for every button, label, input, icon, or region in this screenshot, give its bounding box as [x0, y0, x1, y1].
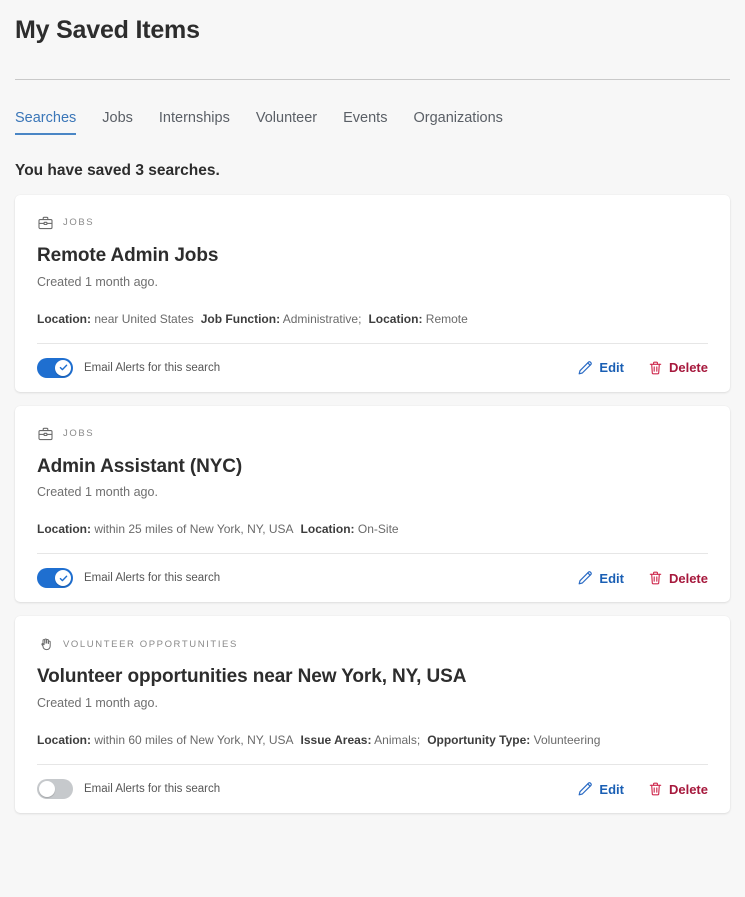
tab-internships[interactable]: Internships — [146, 111, 243, 135]
card-title[interactable]: Remote Admin Jobs — [37, 244, 708, 268]
card-action-row: Email Alerts for this search Edit Delete — [37, 344, 708, 392]
trash-icon — [649, 361, 662, 375]
card-action-row: Email Alerts for this search Edit Delete — [37, 554, 708, 602]
email-alerts-toggle[interactable] — [37, 357, 73, 378]
edit-button[interactable]: Edit — [578, 571, 624, 586]
email-alerts-label: Email Alerts for this search — [84, 783, 221, 795]
tab-searches[interactable]: Searches — [15, 111, 89, 135]
email-alerts-toggle[interactable] — [37, 568, 73, 589]
filter-value: Animals — [374, 733, 417, 747]
email-alerts-label: Email Alerts for this search — [84, 572, 221, 585]
card-category: VOLUNTEER OPPORTUNITIES — [37, 636, 708, 652]
toggle-knob — [55, 359, 71, 376]
filter-separator: ; — [358, 311, 362, 326]
card-title[interactable]: Volunteer opportunities near New York, N… — [37, 665, 708, 689]
toggle-knob — [39, 781, 55, 797]
tab-volunteer[interactable]: Volunteer — [243, 111, 330, 135]
pencil-icon — [578, 782, 593, 796]
filter-label: Location: — [37, 311, 91, 326]
filter-label: Location: — [300, 522, 355, 537]
header-divider — [15, 78, 730, 80]
card-created-date: Created 1 month ago. — [37, 274, 158, 289]
card-title[interactable]: Admin Assistant (NYC) — [37, 455, 708, 479]
saved-search-card: VOLUNTEER OPPORTUNITIES Volunteer opportu… — [15, 616, 730, 813]
edit-button-label: Edit — [599, 781, 624, 797]
card-filters: Location: within 25 miles of New York, N… — [37, 520, 708, 538]
filter-label: Location: — [368, 311, 423, 326]
card-category-label: VOLUNTEER OPPORTUNITIES — [63, 638, 238, 650]
edit-button-label: Edit — [599, 570, 624, 586]
card-created-date: Created 1 month ago. — [37, 485, 158, 500]
filter-value: near United States — [94, 311, 194, 326]
card-filters: Location: within 60 miles of New York, N… — [37, 731, 708, 749]
delete-button[interactable]: Delete — [649, 360, 708, 375]
card-category: JOBS — [37, 215, 708, 231]
pencil-icon — [578, 360, 593, 375]
filter-value: Remote — [425, 311, 468, 326]
filter-value: Volunteering — [533, 733, 601, 747]
filter-value: within 60 miles of New York, NY, USA — [94, 733, 294, 747]
saved-count-text: You have saved 3 searches. — [15, 161, 220, 179]
email-alerts-label: Email Alerts for this search — [84, 361, 221, 374]
delete-button-label: Delete — [668, 570, 708, 586]
briefcase-icon — [37, 426, 54, 442]
filter-value: Administrative — [282, 311, 359, 326]
card-category: JOBS — [37, 426, 708, 442]
tab-organizations[interactable]: Organizations — [400, 111, 515, 135]
saved-search-list: JOBS Remote Admin Jobs Created 1 month ago… — [15, 194, 730, 813]
filter-label: Issue Areas: — [300, 733, 372, 747]
delete-button[interactable]: Delete — [649, 571, 708, 586]
trash-icon — [649, 571, 662, 585]
email-alerts-group: Email Alerts for this search — [37, 357, 221, 378]
saved-items-page: My Saved Items Searches Jobs Internships Vo… — [0, 0, 745, 813]
briefcase-icon — [37, 215, 54, 231]
card-category-label: JOBS — [63, 428, 95, 439]
email-alerts-group: Email Alerts for this search — [37, 779, 220, 799]
card-action-row: Email Alerts for this search Edit Delete — [37, 765, 708, 813]
edit-button[interactable]: Edit — [578, 360, 624, 375]
card-buttons: Edit Delete — [578, 571, 708, 586]
filter-label: Job Function: — [200, 311, 281, 326]
saved-search-card: JOBS Remote Admin Jobs Created 1 month ago… — [15, 194, 730, 392]
edit-button[interactable]: Edit — [578, 782, 624, 797]
filter-label: Location: — [37, 522, 91, 537]
card-category-label: JOBS — [63, 217, 95, 229]
card-buttons: Edit Delete — [578, 360, 708, 375]
tab-jobs[interactable]: Jobs — [89, 111, 146, 135]
edit-button-label: Edit — [599, 360, 624, 375]
filter-label: Location: — [37, 733, 91, 747]
delete-button-label: Delete — [668, 360, 708, 375]
card-created-date: Created 1 month ago. — [37, 696, 158, 710]
delete-button-label: Delete — [668, 781, 708, 797]
filter-label: Opportunity Type: — [427, 733, 531, 747]
pencil-icon — [578, 571, 593, 585]
tab-bar: Searches Jobs Internships Volunteer Events Or… — [15, 102, 730, 135]
email-alerts-group: Email Alerts for this search — [37, 568, 221, 589]
saved-search-card: JOBS Admin Assistant (NYC) Created 1 month… — [15, 405, 730, 603]
card-buttons: Edit Delete — [578, 782, 708, 797]
filter-value: On-Site — [357, 522, 399, 537]
tab-events[interactable]: Events — [330, 111, 400, 135]
toggle-knob — [55, 570, 71, 587]
filter-value: within 25 miles of New York, NY, USA — [94, 522, 294, 537]
filter-separator: ; — [416, 733, 421, 747]
card-filters: Location: near United States Job Function… — [37, 310, 708, 328]
trash-icon — [649, 782, 662, 796]
page-title: My Saved Items — [15, 16, 200, 44]
hand-icon — [37, 636, 54, 652]
email-alerts-toggle[interactable] — [37, 779, 73, 799]
delete-button[interactable]: Delete — [649, 782, 708, 797]
